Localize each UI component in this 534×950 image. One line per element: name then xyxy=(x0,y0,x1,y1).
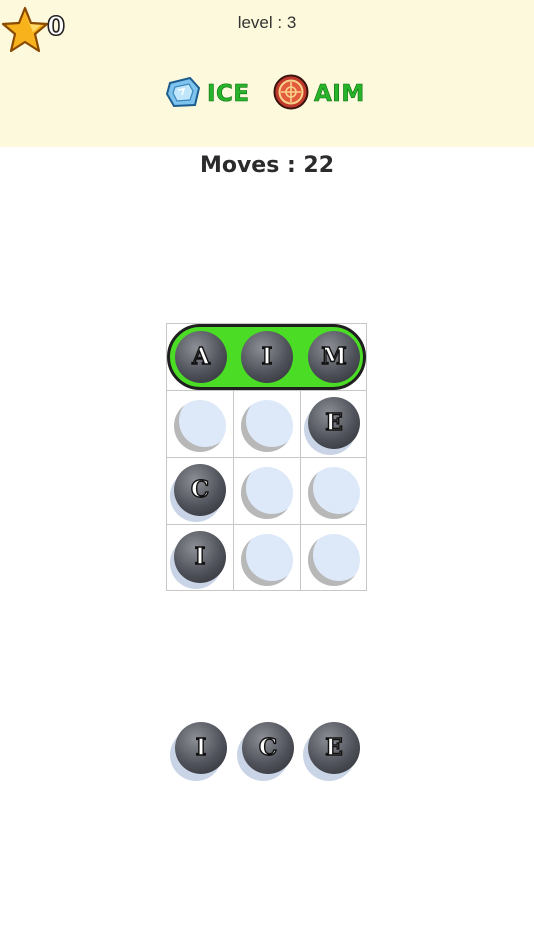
letter-ball[interactable]: C xyxy=(174,464,226,516)
header-bar: 0 level : 3 ICE AIM xyxy=(0,0,534,147)
grid-cell[interactable]: E xyxy=(301,391,368,458)
empty-slot xyxy=(241,467,293,519)
grid-cell-empty[interactable] xyxy=(301,525,368,592)
goal-word-text: ICE xyxy=(207,81,250,108)
ball-letter: I xyxy=(195,733,207,761)
level-label: level : 3 xyxy=(237,13,297,32)
grid-cell[interactable]: I xyxy=(167,525,234,592)
ice-cube-icon xyxy=(165,76,202,112)
letter-ball: I xyxy=(241,331,293,383)
ball-letter: C xyxy=(190,475,210,503)
letter-ball[interactable]: I xyxy=(174,531,226,583)
grid-cell-empty[interactable] xyxy=(234,391,301,458)
ball-letter: E xyxy=(325,733,344,761)
grid-cell[interactable]: C xyxy=(167,458,234,525)
grid-cell-empty[interactable] xyxy=(167,391,234,458)
empty-slot xyxy=(241,400,293,452)
empty-slot xyxy=(241,534,293,586)
tray-ball[interactable]: E xyxy=(308,722,360,774)
ball-letter: I xyxy=(261,342,273,370)
grid-cell-empty[interactable] xyxy=(234,458,301,525)
letter-ball: A xyxy=(175,331,227,383)
moves-counter: Moves : 22 xyxy=(199,153,335,178)
goal-word-ice: ICE xyxy=(165,75,250,113)
target-icon xyxy=(273,74,309,114)
grid-cell-empty[interactable] xyxy=(234,525,301,592)
ball-letter: E xyxy=(325,408,344,436)
goal-word-text: AIM xyxy=(314,81,365,108)
empty-slot xyxy=(308,534,360,586)
tray-ball[interactable]: I xyxy=(175,722,227,774)
letter-ball[interactable]: E xyxy=(308,397,360,449)
grid-cell-empty[interactable] xyxy=(301,458,368,525)
goal-word-aim: AIM xyxy=(273,74,365,114)
solved-word-highlight: A I M xyxy=(167,324,366,390)
empty-slot xyxy=(308,467,360,519)
ball-letter: A xyxy=(191,342,210,370)
tray-ball[interactable]: C xyxy=(242,722,294,774)
empty-slot xyxy=(174,400,226,452)
ball-letter: C xyxy=(258,733,278,761)
ball-letter: M xyxy=(321,342,348,370)
letter-ball: M xyxy=(308,331,360,383)
ball-letter: I xyxy=(194,542,206,570)
